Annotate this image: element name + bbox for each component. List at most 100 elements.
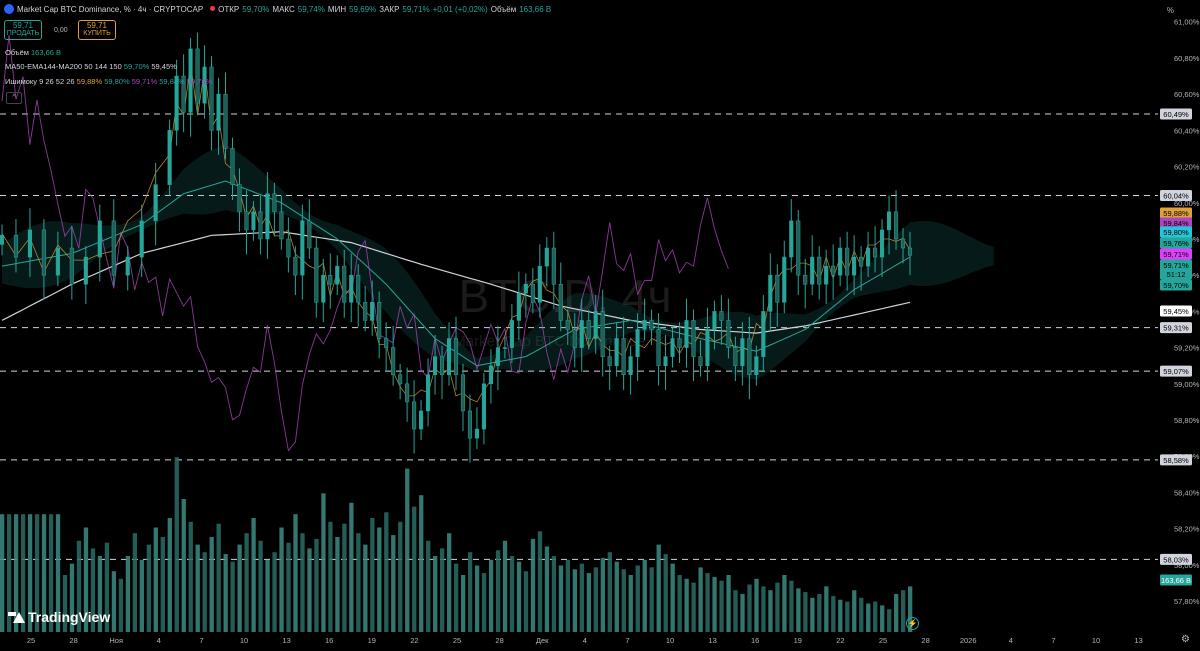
candle-body bbox=[495, 347, 500, 366]
level-price-tag: 59,31% bbox=[1163, 324, 1189, 333]
volume-bar bbox=[726, 575, 731, 632]
volume-bar bbox=[216, 523, 221, 632]
candle-body bbox=[838, 247, 843, 276]
candle-body bbox=[768, 274, 773, 312]
volume-bar bbox=[740, 594, 745, 632]
ma-indicator-legend[interactable]: MA50-EMA144-MA200 50 144 150 59,70% 59,4… bbox=[5, 62, 177, 71]
candle-body bbox=[509, 320, 514, 348]
time-tick-label: 4 bbox=[157, 636, 161, 645]
volume-bar bbox=[502, 540, 508, 632]
candle-body bbox=[467, 410, 473, 439]
volume-bar bbox=[516, 561, 522, 632]
candle-body bbox=[412, 401, 417, 430]
candle-body bbox=[886, 211, 892, 231]
candle-body bbox=[824, 265, 829, 285]
time-tick-label: 25 bbox=[453, 636, 461, 645]
candle-body bbox=[69, 247, 74, 285]
candle-body bbox=[740, 338, 745, 366]
candle-body bbox=[691, 320, 696, 357]
time-tick-label: 7 bbox=[1051, 636, 1055, 645]
time-tick-label: 2026 bbox=[960, 636, 977, 645]
ichimoku-value-3: 59,71% bbox=[131, 77, 158, 86]
change-value: +0,01 (+0,02%) bbox=[432, 5, 488, 14]
volume-bar bbox=[859, 597, 864, 632]
time-tick-label: 28 bbox=[921, 636, 929, 645]
candle-body bbox=[335, 265, 340, 285]
buy-price: 59,71 bbox=[86, 21, 108, 30]
market-status-icon bbox=[210, 6, 216, 11]
volume-indicator-legend[interactable]: Объём 163,66 B bbox=[5, 48, 61, 57]
candle-body bbox=[719, 311, 724, 321]
candle-body bbox=[153, 184, 158, 222]
tradingview-icon bbox=[8, 612, 25, 623]
volume-bar bbox=[698, 567, 703, 632]
volume-bar bbox=[370, 518, 375, 632]
volume-bar bbox=[488, 559, 494, 632]
volume-bar bbox=[328, 521, 333, 632]
volume-bar bbox=[160, 537, 165, 632]
volume-bar bbox=[845, 601, 850, 632]
price-chart[interactable]: BTC.D, 4ч Market Cap BTC Dominance, % 61… bbox=[0, 0, 1200, 651]
candle-body bbox=[649, 320, 654, 330]
gear-icon[interactable]: ⚙ bbox=[1181, 634, 1190, 645]
candle-body bbox=[139, 220, 144, 258]
volume-bar bbox=[831, 595, 836, 632]
volume-label: Объём bbox=[490, 5, 517, 14]
volume-bar bbox=[342, 523, 347, 632]
volume-indicator-value: 163,66 B bbox=[31, 48, 62, 57]
volume-bar bbox=[691, 582, 696, 632]
level-price-tag: 58,58% bbox=[1163, 456, 1189, 465]
time-tick-label: 19 bbox=[368, 636, 376, 645]
time-tick-label: 13 bbox=[708, 636, 716, 645]
candle-body bbox=[439, 356, 445, 375]
volume-bar bbox=[733, 590, 738, 632]
time-tick-label: 4 bbox=[1009, 636, 1013, 645]
sell-button[interactable]: 59,71 ПРОДАТЬ bbox=[4, 20, 42, 40]
volume-bar bbox=[775, 582, 780, 632]
time-tick-label: Дек bbox=[536, 636, 549, 645]
time-tick-label: Ноя bbox=[109, 636, 123, 645]
volume-bar bbox=[712, 576, 717, 632]
ichimoku-value-4: 59,84% bbox=[159, 77, 185, 86]
candle-body bbox=[544, 247, 549, 267]
candle-body bbox=[27, 229, 32, 258]
volume-bar bbox=[300, 533, 305, 632]
volume-bar bbox=[614, 561, 619, 632]
candle-body bbox=[314, 247, 319, 303]
candle-body bbox=[810, 256, 815, 285]
buy-button[interactable]: 59,71 КУПИТЬ bbox=[78, 20, 116, 40]
symbol-title[interactable]: Market Cap BTC Dominance, % · 4ч · CRYPT… bbox=[17, 5, 203, 14]
price-tick-label: 58,20% bbox=[1174, 525, 1200, 534]
collapse-legend-button[interactable]: ^ bbox=[6, 92, 22, 104]
ichimoku-indicator-legend[interactable]: Ишимоку 9 26 52 26 59,88% 59,80% 59,71% … bbox=[5, 77, 212, 86]
volume-bar bbox=[894, 594, 899, 632]
candle-body bbox=[0, 235, 5, 245]
candle-body bbox=[356, 274, 361, 303]
volume-bar bbox=[398, 521, 403, 632]
low-value: 59,69% bbox=[349, 5, 377, 14]
volume-bar bbox=[586, 573, 592, 632]
lightning-icon[interactable]: ⚡ bbox=[906, 617, 919, 630]
candle-body bbox=[530, 283, 535, 303]
ichimoku-value-5: 59,76% bbox=[186, 77, 213, 86]
volume-bar bbox=[600, 557, 605, 632]
candle-body bbox=[817, 256, 822, 285]
time-tick-label: 22 bbox=[836, 636, 844, 645]
volume-bar bbox=[635, 565, 640, 632]
volume-bar bbox=[670, 563, 675, 632]
candle-body bbox=[502, 347, 507, 349]
last-value-tag: 59,71% bbox=[1163, 250, 1189, 259]
candle-body bbox=[600, 311, 605, 357]
volume-bar bbox=[803, 592, 808, 632]
volume-bars bbox=[0, 457, 913, 632]
volume-bar bbox=[174, 457, 179, 632]
candle-body bbox=[516, 293, 521, 321]
candle-body bbox=[474, 428, 480, 439]
candle-body bbox=[621, 338, 626, 375]
volume-bar bbox=[356, 533, 361, 632]
time-axis[interactable]: 25 28 Ноя 4 7 10 13 16 19 22 25 28 Дек 4 7 10 13 16 19 22 25… bbox=[27, 636, 1143, 645]
candle-body bbox=[481, 383, 486, 430]
time-tick-label: 10 bbox=[666, 636, 674, 645]
ma-value-2: 59,45% bbox=[151, 62, 177, 71]
volume-bar bbox=[153, 527, 158, 632]
